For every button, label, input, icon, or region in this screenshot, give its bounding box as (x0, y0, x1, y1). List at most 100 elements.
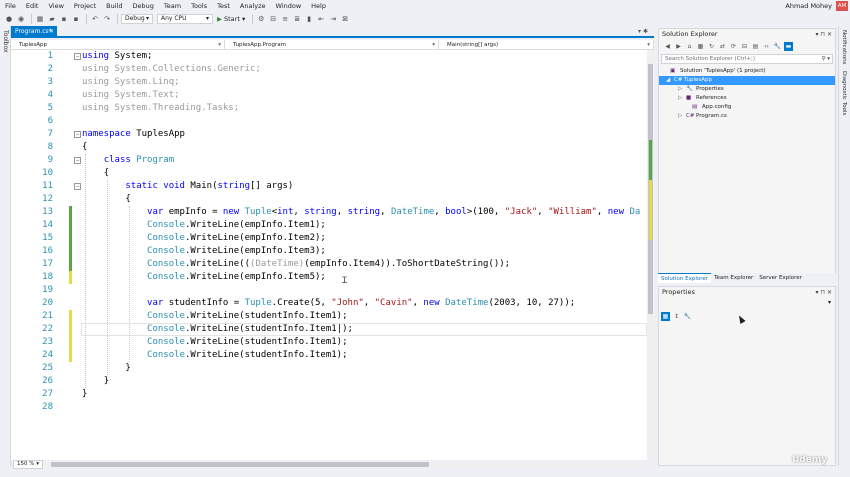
code-text[interactable]: { (82, 167, 109, 180)
code-text[interactable]: namespace TuplesApp (82, 128, 185, 141)
configuration-select[interactable]: Debug ▾ (121, 14, 153, 24)
expand-arrow-icon[interactable]: ▷ (678, 112, 684, 121)
tree-item-tuplesapp[interactable]: ◢ C# TuplesApp (659, 76, 835, 85)
save-all-icon[interactable]: ▪ (71, 14, 81, 24)
code-line[interactable]: 5 using System.Threading.Tasks; (11, 102, 647, 115)
code-text[interactable]: Console.WriteLine(studentInfo.Item1); (82, 336, 348, 349)
code-line[interactable]: 7 namespace TuplesApp − (11, 128, 647, 141)
menu-item-view[interactable]: View (43, 0, 68, 12)
code-text[interactable]: { (82, 141, 87, 154)
collapse-icon[interactable]: − (74, 53, 81, 60)
show-all-files-icon[interactable]: ▤ (751, 42, 760, 51)
refresh-icon[interactable]: ⟳ (729, 42, 738, 51)
switch-views-icon[interactable]: ▦ (696, 42, 705, 51)
comment-icon[interactable]: ≡ (280, 14, 290, 24)
editor-horizontal-scrollbar[interactable] (51, 462, 651, 467)
tab-team-explorer[interactable]: Team Explorer (711, 273, 756, 283)
code-line[interactable]: 10 { (11, 167, 647, 180)
bookmark-next-icon[interactable]: ⇥ (328, 14, 338, 24)
properties-icon[interactable]: 🔧 (773, 42, 782, 51)
redo-icon[interactable]: ↷ (102, 14, 112, 24)
menu-item-build[interactable]: Build (101, 0, 127, 12)
categorized-icon[interactable]: ▦ (661, 311, 670, 321)
bookmark-clear-icon[interactable]: ⊠ (340, 14, 350, 24)
platform-select[interactable]: Any CPU ▾ (157, 14, 213, 24)
code-text[interactable]: } (82, 375, 109, 388)
code-text[interactable]: var studentInfo = Tuple.Create(5, "John"… (82, 297, 575, 310)
panel-controls[interactable]: ▾ ⊓ ✕ (815, 29, 832, 40)
back-icon[interactable]: ● (4, 14, 14, 24)
collapse-icon[interactable]: − (74, 131, 81, 138)
menu-item-edit[interactable]: Edit (21, 0, 44, 12)
code-text[interactable]: using System; (82, 50, 152, 63)
tab-server-explorer[interactable]: Server Explorer (756, 273, 805, 283)
type-dropdown[interactable]: TuplesApp.Program ▾ (225, 40, 439, 50)
code-line[interactable]: 2 using System.Collections.Generic; (11, 63, 647, 76)
code-line[interactable]: 28 (11, 401, 647, 414)
menu-item-analyze[interactable]: Analyze (235, 0, 271, 12)
code-text[interactable]: Console.WriteLine(empInfo.Item3); (82, 245, 326, 258)
code-text[interactable]: Console.WriteLine(((DateTime)(empInfo.It… (82, 258, 510, 271)
uncomment-icon[interactable]: ≣ (292, 14, 302, 24)
diagnostic-tools-tab[interactable]: Diagnostic Tools (841, 71, 847, 115)
tab-dropdown-icon[interactable]: ▾ ✱ (638, 26, 648, 38)
menu-item-test[interactable]: Test (212, 0, 235, 12)
solution-search-input[interactable]: Search Solution Explorer (Ctrl+;) ⚲ ▾ (661, 54, 833, 64)
code-text[interactable]: using System.Collections.Generic; (82, 63, 261, 76)
start-button[interactable]: ▶ Start ▾ (217, 15, 245, 23)
pending-changes-icon[interactable]: ↻ (707, 42, 716, 51)
step-icon[interactable]: ⊟ (268, 14, 278, 24)
expand-arrow-icon[interactable]: ▷ (678, 85, 684, 94)
avatar[interactable]: AM (836, 1, 848, 11)
save-icon[interactable]: ▪ (59, 14, 69, 24)
code-line[interactable]: 6 (11, 115, 647, 128)
tab-solution-explorer[interactable]: Solution Explorer (658, 273, 712, 283)
editor-vertical-scrollbar[interactable] (647, 50, 654, 460)
panel-controls[interactable]: ▾ ⊓ ✕ (815, 287, 832, 298)
collapse-icon[interactable]: − (74, 183, 81, 190)
bookmark-prev-icon[interactable]: ⇤ (316, 14, 326, 24)
code-text[interactable]: class Program (82, 154, 174, 167)
open-icon[interactable]: ▰ (47, 14, 57, 24)
preview-icon[interactable]: ▬ (784, 41, 793, 51)
expand-arrow-icon[interactable]: ▷ (678, 94, 684, 103)
tree-item-program-cs[interactable]: ▷ C# Program.cs (659, 112, 835, 121)
tree-item-properties[interactable]: ▷ 🔧 Properties (659, 85, 835, 94)
tree-item-app-config[interactable]: ▤ App.config (659, 103, 835, 112)
code-editor[interactable]: 1 using System; −2 using System.Collections… (11, 50, 647, 460)
property-pages-icon[interactable]: 🔧 (683, 312, 692, 321)
menu-item-file[interactable]: File (0, 0, 21, 12)
code-text[interactable]: Console.WriteLine(empInfo.Item1); (82, 219, 326, 232)
collapse-icon[interactable]: − (74, 157, 81, 164)
sync-icon[interactable]: ⇄ (718, 42, 727, 51)
menu-item-team[interactable]: Team (159, 0, 186, 12)
code-text[interactable]: static void Main(string[] args) (82, 180, 293, 193)
menu-item-help[interactable]: Help (306, 0, 331, 12)
home-icon[interactable]: ⌂ (685, 42, 694, 51)
menu-item-project[interactable]: Project (69, 0, 101, 12)
code-text[interactable]: Console.WriteLine(studentInfo.Item1); (82, 310, 348, 323)
scrollbar-thumb[interactable] (51, 462, 429, 467)
code-line[interactable]: 4 using System.Text; (11, 89, 647, 102)
search-icon[interactable]: ⚲ ▾ (821, 55, 830, 63)
code-text[interactable]: using System.Text; (82, 89, 180, 102)
code-text[interactable]: Console.WriteLine(empInfo.Item5); (82, 271, 326, 284)
collapse-all-icon[interactable]: ⊟ (740, 42, 749, 51)
menu-item-debug[interactable]: Debug (128, 0, 159, 12)
toolbox-strip[interactable]: Toolbox (0, 26, 11, 466)
tree-item-references[interactable]: ▷ ■ References (659, 94, 835, 103)
back-icon[interactable]: ◀ (663, 42, 672, 51)
browser-link-icon[interactable]: ⚙ (256, 14, 266, 24)
close-icon[interactable]: ✕ (49, 26, 54, 38)
code-line[interactable]: 26 } (11, 375, 647, 388)
view-code-icon[interactable]: ‹› (762, 42, 771, 51)
menu-item-tools[interactable]: Tools (186, 0, 212, 12)
project-dropdown[interactable]: TuplesApp ▾ (11, 40, 225, 50)
tree-item-solution-tuplesapp-1-project[interactable]: ▣ Solution 'TuplesApp' (1 project) (659, 67, 835, 76)
member-dropdown[interactable]: Main(string[] args) ▾ (439, 40, 654, 50)
code-text[interactable]: using System.Threading.Tasks; (82, 102, 239, 115)
properties-object-select[interactable]: ▾ (661, 299, 833, 308)
notifications-tab[interactable]: Notifications (841, 30, 847, 64)
code-line[interactable]: 9 class Program − (11, 154, 647, 167)
code-text[interactable]: Console.WriteLine(empInfo.Item2); (82, 232, 326, 245)
